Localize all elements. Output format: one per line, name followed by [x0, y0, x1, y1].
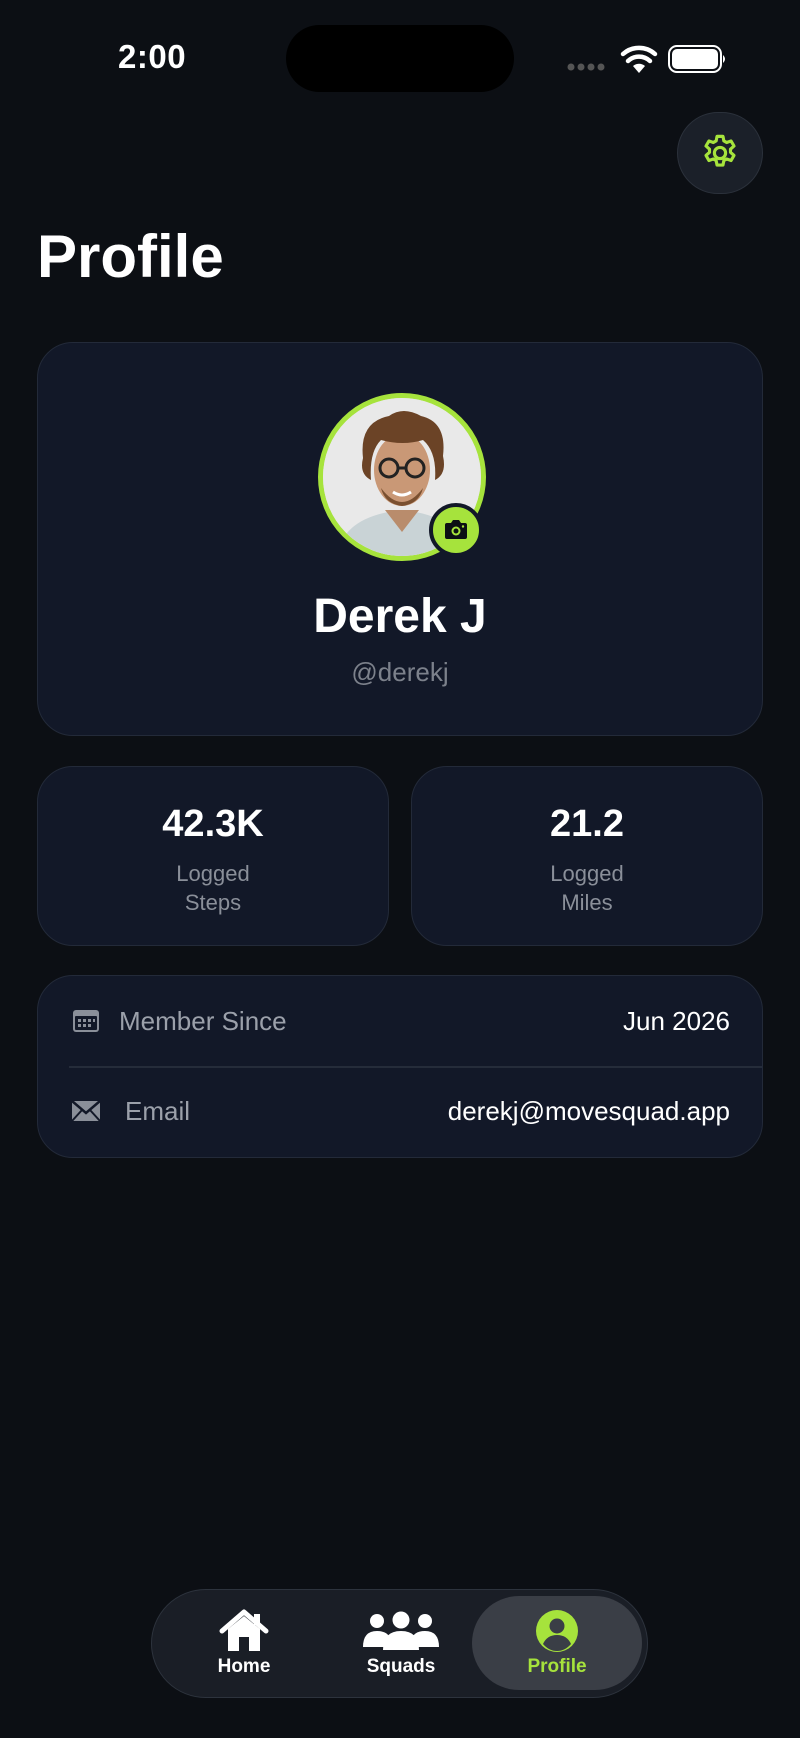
dynamic-island	[286, 25, 514, 92]
stat-card-steps: 42.3K Logged Steps	[37, 766, 389, 946]
info-label: Member Since	[119, 1005, 287, 1036]
email-value: derekj@movesquad.app	[447, 1095, 730, 1126]
tab-bar: Home Squads Profile	[151, 1589, 648, 1698]
tab-profile[interactable]: Profile	[472, 1596, 642, 1690]
info-label: Email	[125, 1095, 191, 1126]
stat-label: Logged Miles	[412, 859, 762, 917]
tab-label: Profile	[527, 1656, 587, 1677]
stat-label-line: Steps	[184, 890, 242, 915]
stat-card-miles: 21.2 Logged Miles	[411, 766, 763, 946]
page-title: Profile	[37, 223, 224, 290]
cellular-signal-icon	[567, 63, 605, 71]
wifi-icon	[620, 45, 658, 73]
email-row: Email derekj@movesquad.app	[38, 1066, 762, 1156]
tab-label: Squads	[366, 1656, 436, 1677]
change-photo-button[interactable]	[429, 503, 483, 557]
home-icon	[219, 1609, 269, 1651]
camera-icon	[445, 520, 467, 539]
member-since-row: Member Since Jun 2026	[38, 976, 762, 1066]
member-since-value: Jun 2026	[623, 1005, 730, 1036]
group-icon	[363, 1611, 439, 1650]
tab-label: Home	[217, 1656, 271, 1677]
profile-name: Derek J	[313, 590, 487, 643]
tab-home[interactable]: Home	[169, 1590, 319, 1696]
tab-squads[interactable]: Squads	[326, 1590, 476, 1696]
profile-card: Derek J @derekj	[37, 342, 763, 736]
stat-value: 21.2	[550, 803, 624, 845]
battery-icon	[668, 45, 725, 73]
profile-handle: @derekj	[351, 657, 449, 687]
user-circle-icon	[536, 1610, 578, 1652]
stat-label-line: Logged	[176, 861, 250, 886]
stat-label-line: Logged	[550, 861, 624, 886]
calendar-icon	[73, 1010, 99, 1032]
account-info-card: Member Since Jun 2026 Email derekj@moves…	[37, 975, 763, 1158]
envelope-icon	[71, 1100, 101, 1122]
stat-value: 42.3K	[162, 803, 264, 845]
stat-label: Logged Steps	[38, 859, 388, 917]
settings-button[interactable]	[677, 112, 763, 194]
stat-label-line: Miles	[561, 890, 613, 915]
avatar-container[interactable]	[318, 393, 488, 563]
status-time: 2:00	[118, 38, 187, 75]
gear-icon	[704, 134, 736, 167]
